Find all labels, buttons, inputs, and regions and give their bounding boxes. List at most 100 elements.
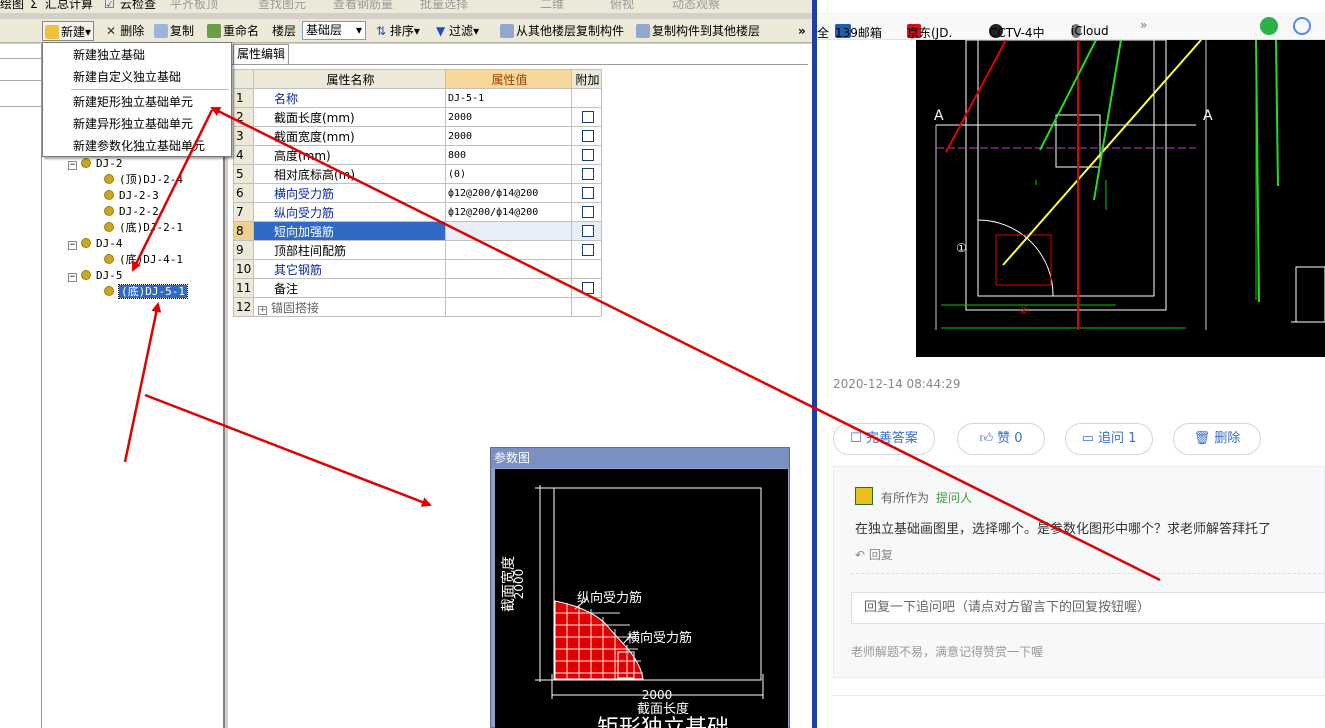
gear-icon bbox=[81, 238, 91, 248]
table-row[interactable]: 6 横向受力筋 ф12@200/ф14@200 bbox=[233, 183, 602, 203]
col-header-value: 属性值 bbox=[445, 69, 572, 89]
menu-new-rect-foundation-unit[interactable]: 新建矩形独立基础单元 bbox=[43, 91, 231, 113]
rename-icon bbox=[207, 24, 221, 38]
checkbox[interactable] bbox=[581, 187, 594, 199]
table-row[interactable]: 1 名称 DJ-5-1 bbox=[233, 88, 602, 108]
gear-icon bbox=[104, 206, 114, 216]
checkbox[interactable] bbox=[581, 282, 594, 294]
gear-icon bbox=[81, 158, 91, 168]
copy-to-icon bbox=[636, 24, 650, 38]
floor-label: 楼层 bbox=[272, 24, 297, 38]
followup-reply-input[interactable]: 回复一下追问吧（请点对方留言下的回复按钮喔） bbox=[851, 592, 1325, 624]
reply-link[interactable]: ↶ 回复 bbox=[855, 546, 893, 563]
floor-select[interactable]: 基础层 ▾ bbox=[302, 21, 366, 40]
menu-top-view[interactable]: 俯视 bbox=[610, 0, 634, 11]
checkbox[interactable] bbox=[581, 206, 594, 218]
copy-from-icon bbox=[500, 24, 514, 38]
menu-2d[interactable]: 二维 bbox=[540, 0, 564, 11]
svg-text:A: A bbox=[1203, 108, 1213, 124]
menu-new-isolated-foundation[interactable]: 新建独立基础 bbox=[43, 44, 231, 66]
tree-leaf[interactable]: (底)DJ-4-1 bbox=[104, 252, 183, 268]
svg-text:②: ② bbox=[1018, 303, 1029, 317]
checkbox[interactable] bbox=[581, 111, 594, 123]
tree-leaf-selected[interactable]: (底)DJ-5-1 bbox=[104, 284, 188, 300]
chevron-down-icon: ▾ bbox=[355, 23, 362, 37]
tree-leaf[interactable]: DJ-2-2 bbox=[104, 204, 159, 220]
reply-arrow-icon: ↶ bbox=[855, 548, 869, 562]
tree-leaf[interactable]: (顶)DJ-2-4 bbox=[104, 172, 183, 188]
toolbar-more-button[interactable]: » bbox=[796, 21, 808, 41]
checkbox[interactable] bbox=[581, 130, 594, 142]
browser-page: 全 139邮箱 京东(JD. CCTV-4中 iCloud » A A ① ② … bbox=[817, 0, 1325, 728]
checkbox[interactable] bbox=[581, 149, 594, 161]
delete-answer-button[interactable]: 🗑︎ 删除 bbox=[1173, 423, 1261, 455]
collapse-icon[interactable]: − bbox=[68, 161, 77, 170]
post-timestamp: 2020-12-14 08:44:29 bbox=[833, 377, 961, 391]
menu-view-rebar[interactable]: 查看钢筋量 bbox=[333, 0, 393, 11]
menu-summary-calc[interactable]: 汇总计算 bbox=[45, 0, 93, 11]
table-row[interactable]: 4 高度(mm) 800 bbox=[233, 145, 602, 165]
collapse-icon[interactable]: − bbox=[68, 241, 77, 250]
tree-leaf[interactable]: (底)DJ-2-1 bbox=[104, 220, 183, 236]
comment-text: 在独立基础画图里，选择哪个。是参数化图形中哪个？求老师解答拜托了 bbox=[855, 522, 1272, 537]
menu-cloud-check[interactable]: 云检查 bbox=[120, 0, 156, 11]
menu-new-custom-isolated-foundation[interactable]: 新建自定义独立基础 bbox=[43, 66, 231, 88]
table-row[interactable]: 10 其它钢筋 bbox=[233, 259, 602, 279]
checkbox[interactable] bbox=[581, 168, 594, 180]
svg-text:A: A bbox=[934, 108, 944, 124]
like-button[interactable]: 👍︎ 赞 0 bbox=[957, 423, 1045, 455]
table-row[interactable]: 5 相对底标高(m) (0) bbox=[233, 164, 602, 184]
new-icon bbox=[45, 25, 59, 39]
tab-property-edit[interactable]: 属性编辑 bbox=[233, 44, 289, 64]
col-header-name: 属性名称 bbox=[253, 69, 446, 89]
new-dropdown-menu: 新建独立基础 新建自定义独立基础 新建矩形独立基础单元 新建异形独立基础单元 新… bbox=[42, 42, 232, 157]
expand-icon[interactable]: + bbox=[258, 305, 267, 315]
bookmarks-more[interactable]: » bbox=[1140, 18, 1147, 32]
menu-find-element[interactable]: 查找图元 bbox=[258, 0, 306, 11]
cad-drawing-image: A A ① ② bbox=[916, 40, 1325, 357]
new-button[interactable]: 新建▾ bbox=[42, 21, 95, 41]
followup-button[interactable]: ▭ 追问 1 bbox=[1065, 423, 1153, 455]
menu-new-parametric-foundation-unit[interactable]: 新建参数化独立基础单元 bbox=[43, 135, 231, 157]
gear-icon bbox=[104, 254, 114, 264]
sort-button[interactable]: ⇅ 排序▾ bbox=[374, 21, 422, 41]
module-navigator-pane bbox=[0, 44, 42, 728]
svg-text:横向受力筋: 横向受力筋 bbox=[627, 630, 692, 646]
table-row[interactable]: 2 截面长度(mm) 2000 bbox=[233, 107, 602, 127]
extension-green-icon[interactable] bbox=[1260, 17, 1278, 35]
rename-button[interactable]: 重命名 bbox=[205, 21, 261, 41]
improve-answer-button[interactable]: ☐ 完善答案 bbox=[833, 423, 935, 455]
tree-node-dj-2[interactable]: − DJ-2 bbox=[68, 156, 123, 172]
table-row[interactable]: 7 纵向受力筋 ф12@200/ф14@200 bbox=[233, 202, 602, 222]
trash-icon: 🗑︎ bbox=[1193, 431, 1215, 446]
menu-draw[interactable]: 绘图 bbox=[0, 0, 24, 11]
menu-orbit[interactable]: 动态观察 bbox=[672, 0, 720, 11]
menu-batch-select[interactable]: 批量选择 bbox=[420, 0, 468, 11]
copy-button[interactable]: 复制 bbox=[152, 21, 196, 41]
tree-node-dj-4[interactable]: − DJ-4 bbox=[68, 236, 123, 252]
copy-to-floor-button[interactable]: 复制构件到其他楼层 bbox=[634, 21, 762, 41]
table-row[interactable]: 9 顶部柱间配筋 bbox=[233, 240, 602, 260]
collapse-icon[interactable]: − bbox=[68, 273, 77, 282]
gear-icon bbox=[104, 174, 114, 184]
checkbox[interactable] bbox=[581, 225, 594, 237]
tree-leaf[interactable]: DJ-2-3 bbox=[104, 188, 159, 204]
gear-icon bbox=[104, 190, 114, 200]
table-row[interactable]: 12 + 锚固搭接 bbox=[233, 297, 602, 317]
delete-button[interactable]: ✕ 删除 bbox=[104, 21, 146, 41]
tree-node-dj-5[interactable]: − DJ-5 bbox=[68, 268, 123, 284]
svg-text:①: ① bbox=[956, 241, 967, 255]
copy-from-floor-button[interactable]: 从其他楼层复制构件 bbox=[498, 21, 626, 41]
checkbox[interactable] bbox=[581, 244, 594, 256]
table-row[interactable]: 3 截面宽度(mm) 2000 bbox=[233, 126, 602, 146]
filter-button[interactable]: ▼ 过滤▾ bbox=[434, 21, 481, 41]
menu-level-slab-top[interactable]: 平齐板顶 bbox=[170, 0, 218, 11]
extension-blue-icon[interactable] bbox=[1293, 17, 1311, 35]
parameter-window-title: 参数图 bbox=[491, 448, 789, 468]
table-row[interactable]: 11 备注 bbox=[233, 278, 602, 298]
top-menubar: 绘图 Σ 汇总计算 ☑ 云检查 平齐板顶 查找图元 查看钢筋量 批量选择 二维 … bbox=[0, 0, 812, 13]
cad-foundation-drawing: A A ① ② bbox=[934, 40, 1325, 330]
svg-text:纵向受力筋: 纵向受力筋 bbox=[577, 590, 642, 606]
menu-new-irregular-foundation-unit[interactable]: 新建异形独立基础单元 bbox=[43, 113, 231, 135]
table-row-selected[interactable]: 8 短向加强筋 bbox=[233, 221, 602, 241]
